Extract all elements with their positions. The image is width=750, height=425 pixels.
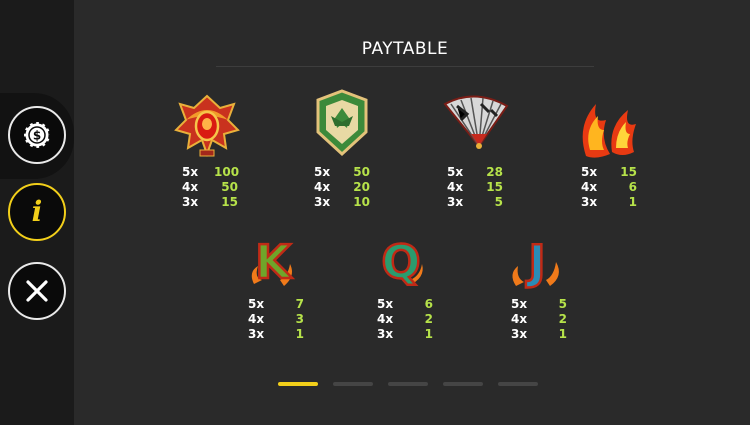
pay-multiplier: 3x	[248, 327, 265, 341]
pay-value: 20	[353, 180, 370, 194]
pay-value: 15	[620, 165, 637, 179]
pay-value: 2	[424, 312, 433, 326]
info-icon: i	[31, 195, 43, 228]
info-button[interactable]: i	[8, 183, 66, 241]
pay-value: 1	[628, 195, 637, 209]
pay-row: 4x 50	[182, 180, 239, 195]
pay-row: 5x 6	[377, 297, 433, 312]
pay-row: 4x 20	[314, 180, 370, 195]
pay-multiplier: 3x	[447, 195, 464, 209]
paytable-letter-j: 5x 5 4x 2 3x 1	[511, 297, 567, 342]
pay-value: 100	[214, 165, 240, 179]
pay-value: 15	[221, 195, 238, 209]
paytable-coin-button[interactable]: $	[8, 106, 66, 164]
svg-text:$: $	[33, 129, 41, 143]
pay-value: 50	[221, 180, 238, 194]
page-dot-4[interactable]	[443, 382, 483, 386]
green-shield-symbol	[316, 89, 368, 157]
pay-row: 3x 1	[581, 195, 637, 210]
sidebar: $ i	[0, 0, 74, 425]
phoenix-emblem-symbol	[174, 94, 240, 157]
pay-multiplier: 5x	[248, 297, 265, 311]
pay-row: 5x 50	[314, 165, 370, 180]
pay-row: 3x 1	[377, 327, 433, 342]
pay-row: 3x 5	[447, 195, 503, 210]
pay-value: 7	[295, 297, 304, 311]
letter-k-glyph: K	[255, 235, 293, 289]
title-divider	[216, 66, 594, 67]
pay-value: 3	[295, 312, 304, 326]
fire-feathers-symbol	[582, 104, 636, 158]
page-dot-3[interactable]	[388, 382, 428, 386]
pay-row: 4x 15	[447, 180, 503, 195]
pay-multiplier: 4x	[248, 312, 265, 326]
pay-value: 1	[295, 327, 304, 341]
paytable-letter-q: 5x 6 4x 2 3x 1	[377, 297, 433, 342]
pay-row: 3x 10	[314, 195, 370, 210]
pay-value: 1	[424, 327, 433, 341]
pay-row: 4x 2	[377, 312, 433, 327]
folding-fan-symbol	[443, 95, 509, 149]
paytable-green-shield: 5x 50 4x 20 3x 10	[314, 165, 370, 210]
pay-row: 5x 100	[182, 165, 239, 180]
pay-value: 6	[628, 180, 637, 194]
pay-row: 3x 1	[511, 327, 567, 342]
pay-row: 4x 6	[581, 180, 637, 195]
pay-multiplier: 5x	[314, 165, 331, 179]
pay-multiplier: 3x	[182, 195, 199, 209]
close-button[interactable]	[8, 262, 66, 320]
letter-j-symbol: J	[512, 234, 559, 290]
dollar-chip-icon: $	[22, 120, 52, 150]
pay-multiplier: 3x	[314, 195, 331, 209]
pay-row: 3x 1	[248, 327, 304, 342]
paytable-letter-k: 5x 7 4x 3 3x 1	[248, 297, 304, 342]
pay-value: 15	[486, 180, 503, 194]
pay-multiplier: 5x	[581, 165, 598, 179]
pay-multiplier: 5x	[182, 165, 199, 179]
letter-k-symbol: K	[251, 234, 294, 290]
pay-multiplier: 5x	[447, 165, 464, 179]
page-dot-2[interactable]	[333, 382, 373, 386]
pay-row: 4x 2	[511, 312, 567, 327]
pay-value: 1	[558, 327, 567, 341]
letter-q-symbol: Q	[380, 234, 423, 290]
paytable-phoenix-emblem: 5x 100 4x 50 3x 15	[182, 165, 239, 210]
pay-row: 3x 15	[182, 195, 239, 210]
pay-value: 28	[486, 165, 503, 179]
pay-value: 2	[558, 312, 567, 326]
pay-value: 5	[558, 297, 567, 311]
pay-multiplier: 4x	[377, 312, 394, 326]
pay-multiplier: 4x	[511, 312, 528, 326]
pay-multiplier: 5x	[377, 297, 394, 311]
pay-multiplier: 5x	[511, 297, 528, 311]
pay-value: 10	[353, 195, 370, 209]
pay-value: 6	[424, 297, 433, 311]
pay-multiplier: 4x	[581, 180, 598, 194]
paytable-folding-fan: 5x 28 4x 15 3x 5	[447, 165, 503, 210]
pay-multiplier: 4x	[314, 180, 331, 194]
pay-row: 5x 5	[511, 297, 567, 312]
page-title: PAYTABLE	[361, 39, 449, 59]
pay-row: 5x 28	[447, 165, 503, 180]
paytable-fire-feathers: 5x 15 4x 6 3x 1	[581, 165, 637, 210]
page-dot-1[interactable]	[278, 382, 318, 386]
pay-value: 50	[353, 165, 370, 179]
pay-multiplier: 3x	[511, 327, 528, 341]
pay-row: 5x 15	[581, 165, 637, 180]
pay-row: 4x 3	[248, 312, 304, 327]
pay-value: 5	[494, 195, 503, 209]
pay-row: 5x 7	[248, 297, 304, 312]
letter-j-glyph: J	[525, 235, 545, 289]
close-icon	[26, 280, 48, 302]
letter-q-glyph: Q	[381, 235, 420, 289]
page-indicator	[278, 382, 538, 386]
pay-multiplier: 3x	[377, 327, 394, 341]
pay-multiplier: 3x	[581, 195, 598, 209]
page-dot-5[interactable]	[498, 382, 538, 386]
pay-multiplier: 4x	[447, 180, 464, 194]
pay-multiplier: 4x	[182, 180, 199, 194]
